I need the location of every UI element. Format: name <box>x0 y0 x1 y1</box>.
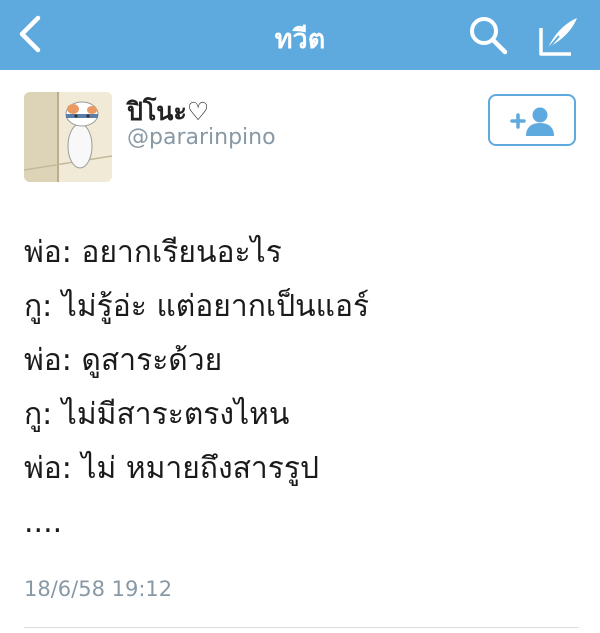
search-button[interactable] <box>467 14 511 58</box>
search-icon <box>470 17 508 55</box>
divider <box>24 627 579 628</box>
add-user-icon <box>510 107 554 136</box>
tweet-line: กู: ไม่มีสาระตรงไหน <box>24 397 290 432</box>
chevron-left-icon <box>19 15 41 53</box>
compose-button[interactable] <box>537 14 581 58</box>
tweet-line: พ่อ: อยากเรียนอะไร <box>24 235 282 270</box>
avatar-image <box>24 92 112 182</box>
tweet-text: พ่อ: อยากเรียนอะไร กู: ไม่รู้อ่ะ แต่อยาก… <box>24 226 584 550</box>
tweet-line: พ่อ: ไม่ หมายถึงสารรูป <box>24 451 320 486</box>
compose-tweet-icon <box>539 18 577 56</box>
tweet-line: พ่อ: ดูสาระด้วย <box>24 343 223 378</box>
back-button[interactable] <box>14 12 50 56</box>
avatar[interactable] <box>24 92 112 182</box>
tweet-timestamp: 18/6/58 19:12 <box>24 577 173 601</box>
follow-button[interactable] <box>488 94 576 146</box>
user-handle[interactable]: @pararinpino <box>127 125 276 150</box>
top-nav-bar: ทวีต <box>0 0 600 70</box>
tweet-line: กู: ไม่รู้อ่ะ แต่อยากเป็นแอร์ <box>24 289 370 324</box>
tweet-line: .... <box>24 505 63 540</box>
